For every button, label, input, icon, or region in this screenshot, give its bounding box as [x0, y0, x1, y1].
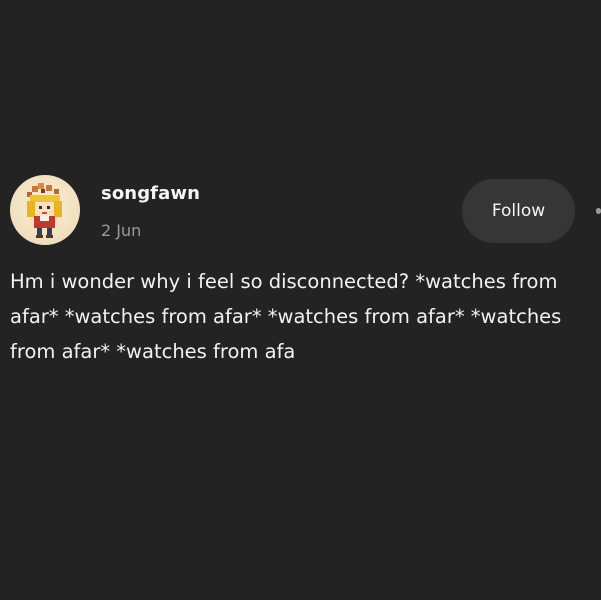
post-text: Hm i wonder why i feel so disconnected? …: [10, 270, 562, 363]
username[interactable]: songfawn: [101, 183, 200, 204]
avatar[interactable]: [10, 175, 80, 245]
post-card: songfawn 2 Jun Follow Hm i wonder why i …: [0, 0, 601, 600]
post-date: 2 Jun: [101, 221, 142, 240]
pixel-art-avatar-icon: [27, 183, 62, 238]
more-options-icon[interactable]: [596, 208, 601, 214]
follow-button[interactable]: Follow: [462, 179, 575, 243]
